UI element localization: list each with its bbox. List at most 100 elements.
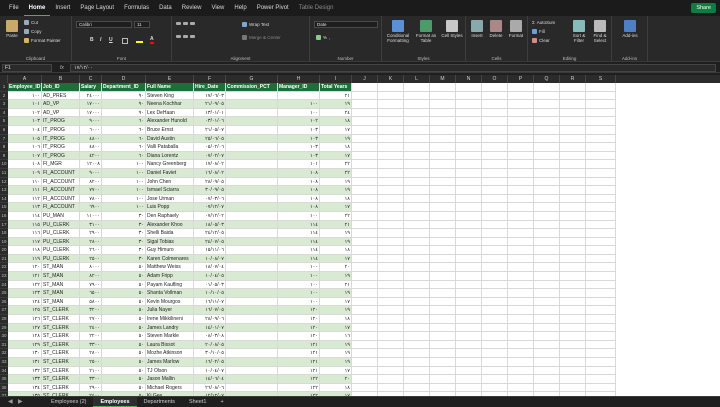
table-cell[interactable]: Bruce Ernst xyxy=(146,125,194,135)
row-header[interactable]: 5 xyxy=(0,117,8,126)
column-title-cell[interactable]: Full Name xyxy=(146,83,194,92)
empty-cell[interactable] xyxy=(404,246,430,255)
empty-cell[interactable] xyxy=(586,306,616,316)
table-cell[interactable]: AD_VP xyxy=(42,108,80,118)
row-header[interactable]: 15 xyxy=(0,203,8,212)
empty-cell[interactable] xyxy=(404,160,430,169)
table-cell[interactable]: ٩٠ xyxy=(102,100,146,109)
empty-cell[interactable] xyxy=(534,168,560,178)
empty-cell[interactable] xyxy=(482,375,508,384)
table-cell[interactable]: Steven King xyxy=(146,91,194,101)
table-cell[interactable]: ٢٨٠٠ xyxy=(80,349,102,358)
table-cell[interactable]: Laura Bissot xyxy=(146,340,194,350)
empty-cell[interactable] xyxy=(378,332,404,341)
empty-cell[interactable] xyxy=(404,108,430,118)
table-cell[interactable]: ٥٠ xyxy=(102,323,146,333)
empty-cell[interactable] xyxy=(456,108,482,118)
table-cell[interactable]: ٢٤٠٠ xyxy=(80,323,102,333)
table-cell[interactable]: ١٠٠ xyxy=(278,280,320,290)
empty-cell[interactable] xyxy=(508,83,534,92)
table-cell[interactable]: ٢٢ xyxy=(320,168,352,178)
empty-cell[interactable] xyxy=(560,229,586,238)
table-cell[interactable]: ٧٧٠٠ xyxy=(80,186,102,195)
table-cell[interactable]: PU_CLERK xyxy=(42,246,80,255)
row-header[interactable]: 6 xyxy=(0,125,8,135)
table-cell[interactable]: ٢١ xyxy=(320,280,352,290)
sort-filter-button[interactable]: Sort & Filter xyxy=(570,20,588,43)
table-cell[interactable] xyxy=(226,177,278,187)
table-cell[interactable]: AD_VP xyxy=(42,100,80,109)
empty-cell[interactable] xyxy=(586,254,616,264)
row-header[interactable]: 14 xyxy=(0,194,8,204)
table-cell[interactable]: James Marlow xyxy=(146,358,194,367)
table-cell[interactable]: ١٧ xyxy=(320,254,352,264)
empty-cell[interactable] xyxy=(586,211,616,221)
empty-cell[interactable] xyxy=(586,272,616,281)
menu-help[interactable]: Help xyxy=(229,0,251,16)
table-cell[interactable] xyxy=(226,289,278,298)
table-cell[interactable]: ١٠٠ xyxy=(102,194,146,204)
empty-cell[interactable] xyxy=(534,254,560,264)
empty-cell[interactable] xyxy=(534,332,560,341)
empty-cell[interactable] xyxy=(560,289,586,298)
autosum-button[interactable]: Σ AutoSum xyxy=(532,20,555,25)
empty-cell[interactable] xyxy=(560,280,586,290)
empty-cell[interactable] xyxy=(456,160,482,169)
empty-cell[interactable] xyxy=(378,194,404,204)
table-cell[interactable]: ١٣/٠١/٠١ xyxy=(194,108,226,118)
table-cell[interactable]: ١٢٠ xyxy=(278,323,320,333)
table-cell[interactable]: ٥٠ xyxy=(102,358,146,367)
empty-cell[interactable] xyxy=(482,315,508,324)
row-header[interactable]: 17 xyxy=(0,220,8,230)
row-header[interactable]: 12 xyxy=(0,177,8,187)
column-header-p[interactable]: P xyxy=(508,75,534,83)
empty-cell[interactable] xyxy=(456,263,482,273)
table-cell[interactable]: ST_CLERK xyxy=(42,349,80,358)
empty-cell[interactable] xyxy=(456,151,482,161)
table-cell[interactable]: ١٠/٠٨/٠٧ xyxy=(194,254,226,264)
table-cell[interactable]: ٠٨/٠٣/٠٨ xyxy=(194,332,226,341)
empty-cell[interactable] xyxy=(456,168,482,178)
empty-cell[interactable] xyxy=(534,340,560,350)
table-cell[interactable]: ١٨ xyxy=(320,315,352,324)
empty-cell[interactable] xyxy=(508,125,534,135)
table-cell[interactable]: ٨٢٠٠ xyxy=(80,272,102,281)
column-header-j[interactable]: J xyxy=(352,75,378,83)
table-cell[interactable]: ١٩ xyxy=(320,272,352,281)
empty-cell[interactable] xyxy=(404,91,430,101)
column-header-o[interactable]: O xyxy=(482,75,508,83)
empty-cell[interactable] xyxy=(404,323,430,333)
table-cell[interactable]: ٣٢٠٠ xyxy=(80,306,102,316)
table-cell[interactable]: ٥٠ xyxy=(102,272,146,281)
empty-cell[interactable] xyxy=(534,186,560,195)
table-cell[interactable]: ٨٠٠٠ xyxy=(80,263,102,273)
table-cell[interactable]: ٢٩٠٠ xyxy=(80,383,102,393)
empty-cell[interactable] xyxy=(534,160,560,169)
table-cell[interactable]: Sigal Tobias xyxy=(146,237,194,247)
table-cell[interactable]: Nancy Greenberg xyxy=(146,160,194,169)
table-cell[interactable]: IT_PROG xyxy=(42,143,80,152)
empty-cell[interactable] xyxy=(508,254,534,264)
table-cell[interactable]: ٠١/٠٥/٠٣ xyxy=(194,280,226,290)
empty-cell[interactable] xyxy=(352,280,378,290)
table-cell[interactable]: ٢٥٠٠ xyxy=(80,254,102,264)
empty-cell[interactable] xyxy=(560,332,586,341)
format-as-table-button[interactable]: Format as Table xyxy=(413,20,439,43)
empty-cell[interactable] xyxy=(534,91,560,101)
empty-cell[interactable] xyxy=(508,246,534,255)
table-cell[interactable]: ٢٢ xyxy=(320,160,352,169)
empty-cell[interactable] xyxy=(508,383,534,393)
empty-cell[interactable] xyxy=(378,177,404,187)
select-all-corner[interactable] xyxy=(0,75,8,83)
table-cell[interactable]: ١٤/٠٦/٠٤ xyxy=(194,375,226,384)
table-cell[interactable]: ١١٨ xyxy=(8,246,42,255)
table-cell[interactable]: TJ Olson xyxy=(146,366,194,376)
table-cell[interactable]: Diana Lorentz xyxy=(146,151,194,161)
empty-cell[interactable] xyxy=(430,349,456,358)
empty-cell[interactable] xyxy=(534,151,560,161)
empty-cell[interactable] xyxy=(378,211,404,221)
empty-cell[interactable] xyxy=(404,297,430,307)
menu-insert[interactable]: Insert xyxy=(50,0,75,16)
empty-cell[interactable] xyxy=(560,117,586,126)
table-cell[interactable]: ١٢٢ xyxy=(278,383,320,393)
